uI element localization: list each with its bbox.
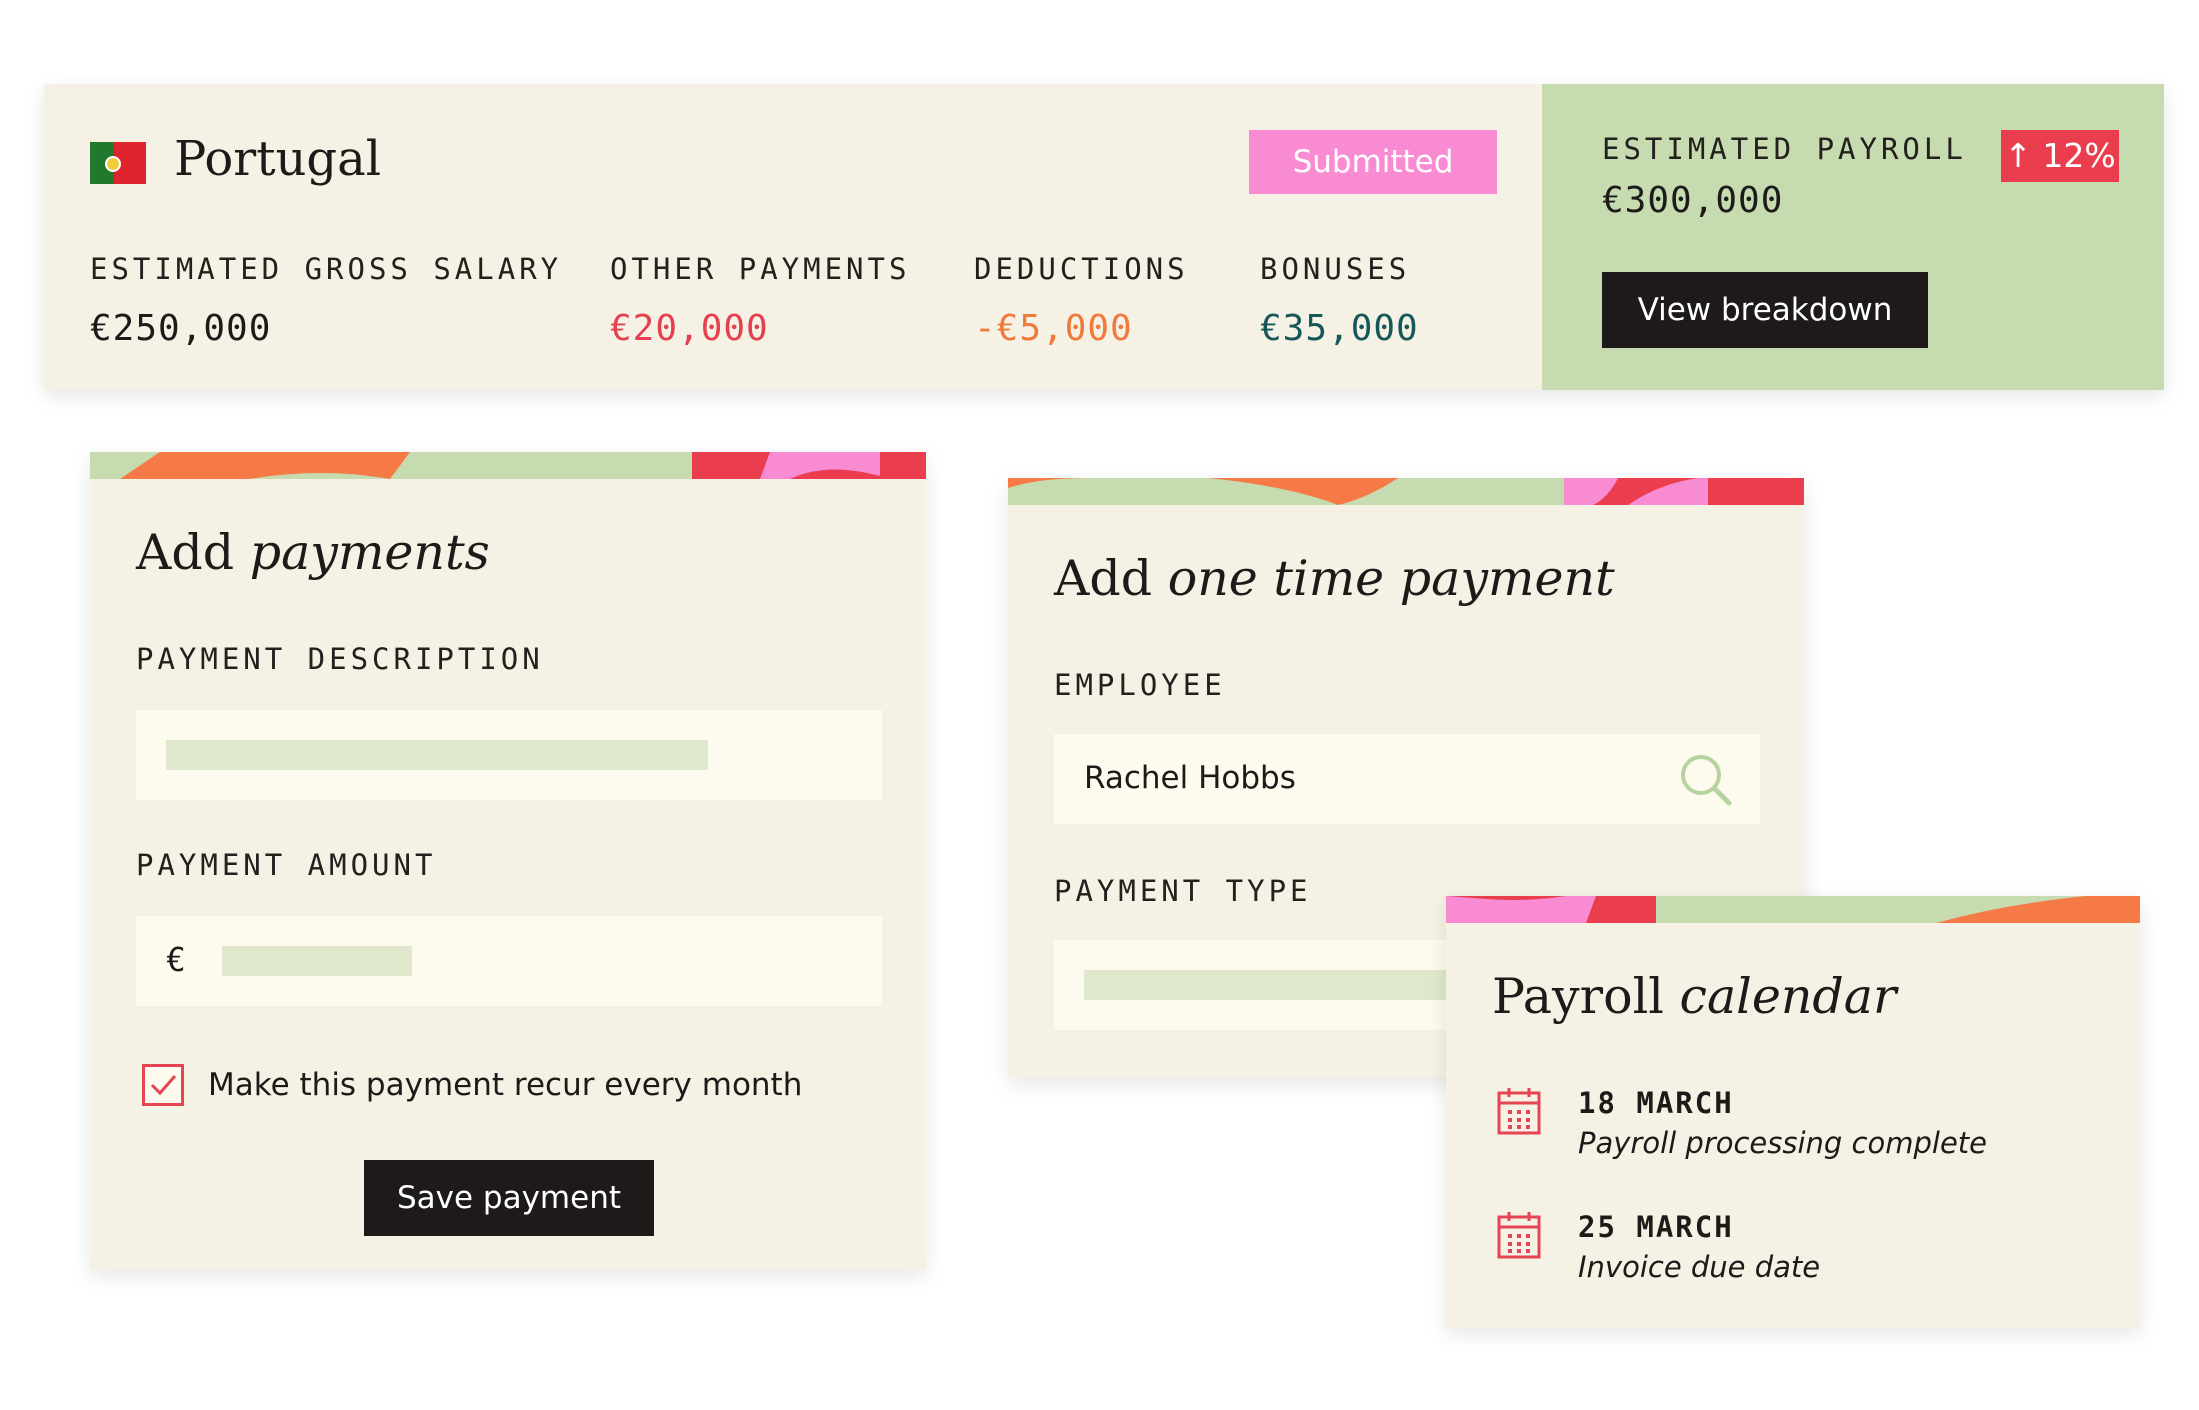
card-title: Add one time payment [1054,550,1615,607]
metric-label: DEDUCTIONS [974,252,1189,286]
calendar-item-date: 25 MARCH [1578,1210,1734,1244]
recur-checkbox[interactable] [142,1064,184,1106]
metric-bonuses: BONUSES €35,000 [1260,252,1419,349]
calendar-item-description: Payroll processing complete [1578,1126,1988,1160]
card-title: Payroll calendar [1492,968,1897,1025]
add-payments-card: Add payments PAYMENT DESCRIPTION PAYMENT… [90,452,926,1270]
payment-description-label: PAYMENT DESCRIPTION [136,642,544,676]
payment-amount-label: PAYMENT AMOUNT [136,848,437,882]
metric-gross-salary: ESTIMATED GROSS SALARY €250,000 [90,252,562,349]
metric-deductions: DEDUCTIONS -€5,000 [974,252,1189,349]
check-icon [150,1075,177,1096]
payment-description-input[interactable] [136,710,882,800]
calendar-icon [1497,1212,1541,1259]
metric-other-payments: OTHER PAYMENTS €20,000 [610,252,910,349]
card-title: Add payments [136,524,490,581]
employee-value: Rachel Hobbs [1084,760,1296,796]
metric-value: €20,000 [610,308,769,349]
payroll-summary-bar: Portugal Submitted ESTIMATED GROSS SALAR… [44,84,2164,390]
estimated-payroll-panel: ESTIMATED PAYROLL €300,000 ↑ 12% View br… [1542,84,2164,390]
search-icon[interactable] [1676,750,1736,810]
country-name: Portugal [174,131,382,187]
employee-label: EMPLOYEE [1054,668,1226,702]
payment-amount-input[interactable]: € [136,916,882,1006]
view-breakdown-button[interactable]: View breakdown [1602,272,1928,348]
save-payment-button[interactable]: Save payment [364,1160,654,1236]
portugal-flag-icon [90,142,146,184]
metric-label: ESTIMATED GROSS SALARY [90,252,563,286]
metric-value: €250,000 [90,308,272,349]
calendar-icon [1497,1088,1541,1135]
decorative-strip [1008,478,1804,505]
decorative-strip [90,452,926,479]
currency-symbol: € [166,940,186,979]
recur-label: Make this payment recur every month [208,1067,803,1103]
metric-value: €35,000 [1260,308,1419,349]
input-placeholder-bar [166,740,708,770]
payroll-calendar-card: Payroll calendar 18 MARCH Payroll proces… [1446,896,2140,1328]
estimated-payroll-value: €300,000 [1602,180,1784,221]
input-placeholder-bar [222,946,412,976]
change-badge: ↑ 12% [2001,130,2119,182]
calendar-item-date: 18 MARCH [1578,1086,1734,1120]
summary-details: Portugal Submitted ESTIMATED GROSS SALAR… [44,84,1542,390]
estimated-payroll-label: ESTIMATED PAYROLL [1602,132,1967,166]
payment-type-label: PAYMENT TYPE [1054,874,1312,908]
decorative-strip [1446,896,2140,923]
metric-label: OTHER PAYMENTS [610,252,911,286]
status-badge: Submitted [1249,130,1497,194]
calendar-item-description: Invoice due date [1578,1250,1821,1284]
metric-label: BONUSES [1260,252,1411,286]
employee-search-input[interactable]: Rachel Hobbs [1054,734,1760,824]
metric-value: -€5,000 [974,308,1133,349]
